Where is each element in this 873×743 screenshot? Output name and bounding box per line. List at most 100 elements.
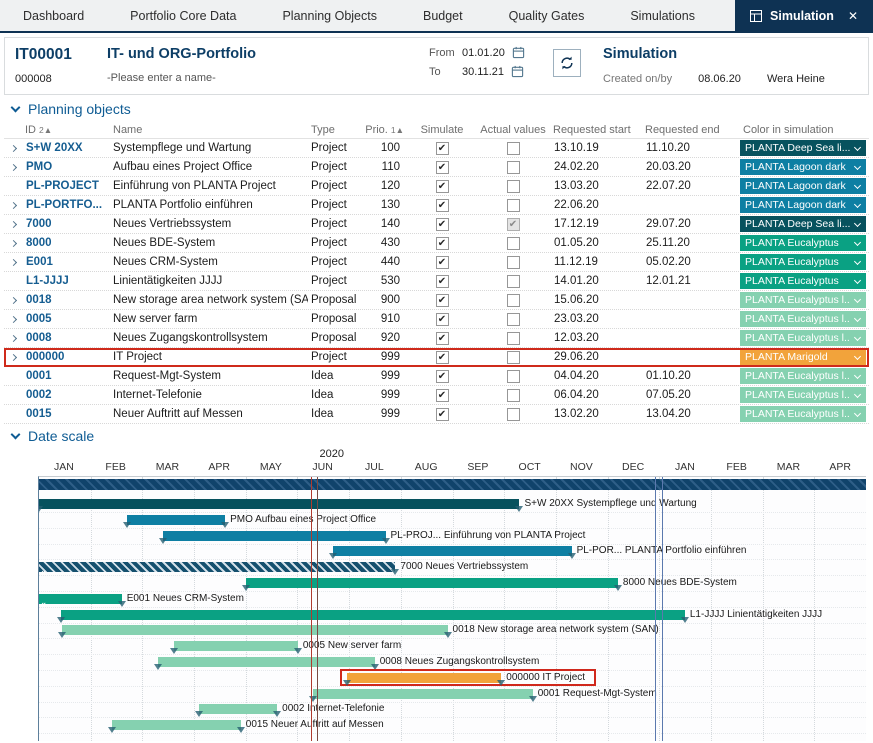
from-date-value[interactable]: 01.01.20 — [462, 47, 505, 59]
object-id-link[interactable]: E001 — [22, 256, 110, 268]
gantt-bar-0002[interactable] — [199, 704, 277, 714]
color-in-simulation-dropdown[interactable]: PLANTA Eucalyptus l... — [740, 368, 866, 384]
actual-values-checkbox[interactable] — [507, 237, 520, 250]
color-in-simulation-dropdown[interactable]: PLANTA Eucalyptus — [740, 254, 866, 270]
gantt-bar-pl-project[interactable] — [163, 531, 385, 541]
planning-row-0005[interactable]: 0005New server farmProposal910✔23.03.20P… — [4, 310, 869, 329]
gantt-bar-000000[interactable] — [347, 673, 502, 683]
gantt-bar-s-w-20xx[interactable] — [39, 499, 519, 509]
gantt-bar-0008[interactable] — [158, 657, 375, 667]
nav-tab-simulations[interactable]: Simulations — [607, 0, 718, 31]
nav-tab-dashboard[interactable]: Dashboard — [0, 0, 107, 31]
gantt-bar-pl-portfolio[interactable] — [333, 546, 571, 556]
object-id-link[interactable]: 0008 — [22, 332, 110, 344]
close-tab-icon[interactable]: ✕ — [848, 9, 858, 23]
column-header-actual[interactable]: Actual values — [476, 124, 550, 136]
simulate-checkbox[interactable]: ✔ — [436, 275, 449, 288]
column-header-reqstart[interactable]: Requested start — [550, 124, 642, 136]
expand-chevron-icon[interactable] — [4, 203, 22, 208]
simulate-checkbox[interactable]: ✔ — [436, 180, 449, 193]
expand-chevron-icon[interactable] — [4, 355, 22, 360]
expand-chevron-icon[interactable] — [4, 241, 22, 246]
date-scale-section-header[interactable]: Date scale — [0, 424, 873, 448]
color-in-simulation-dropdown[interactable]: PLANTA Lagoon dark — [740, 178, 866, 194]
color-in-simulation-dropdown[interactable]: PLANTA Eucalyptus l... — [740, 387, 866, 403]
column-header-name[interactable]: Name — [110, 124, 308, 136]
color-in-simulation-dropdown[interactable]: PLANTA Eucalyptus l... — [740, 292, 866, 308]
planning-row-pmo[interactable]: PMOAufbau eines Project OfficeProject110… — [4, 158, 869, 177]
actual-values-checkbox[interactable] — [507, 199, 520, 212]
color-in-simulation-dropdown[interactable]: PLANTA Deep Sea li... — [740, 216, 866, 232]
object-id-link[interactable]: 0018 — [22, 294, 110, 306]
planning-row-7000[interactable]: 7000Neues VertriebssystemProject140✔✔17.… — [4, 215, 869, 234]
gantt-bar-0015[interactable] — [112, 720, 241, 730]
expand-chevron-icon[interactable] — [4, 260, 22, 265]
object-id-link[interactable]: PMO — [22, 161, 110, 173]
simulate-checkbox[interactable]: ✔ — [436, 199, 449, 212]
color-in-simulation-dropdown[interactable]: PLANTA Eucalyptus — [740, 273, 866, 289]
nav-tab-quality-gates[interactable]: Quality Gates — [486, 0, 608, 31]
planning-row-0002[interactable]: 0002Internet-TelefonieIdea999✔06.04.2007… — [4, 386, 869, 405]
object-id-link[interactable]: PL-PROJECT — [22, 180, 110, 192]
object-id-link[interactable]: 0002 — [22, 389, 110, 401]
expand-chevron-icon[interactable] — [4, 146, 22, 151]
expand-chevron-icon[interactable] — [4, 298, 22, 303]
expand-chevron-icon[interactable] — [4, 317, 22, 322]
timescale-bar[interactable] — [39, 479, 866, 490]
actual-values-checkbox[interactable] — [507, 142, 520, 155]
color-in-simulation-dropdown[interactable]: PLANTA Lagoon dark — [740, 159, 866, 175]
nav-tab-portfolio-core-data[interactable]: Portfolio Core Data — [107, 0, 259, 31]
object-id-link[interactable]: PL-PORTFO... — [22, 199, 110, 211]
refresh-button[interactable] — [553, 49, 581, 77]
column-header-prio[interactable]: Prio.1▲ — [366, 124, 408, 136]
nav-tab-planning-objects[interactable]: Planning Objects — [259, 0, 400, 31]
simulate-checkbox[interactable]: ✔ — [436, 408, 449, 421]
planning-row-0015[interactable]: 0015Neuer Auftritt auf MessenIdea999✔13.… — [4, 405, 869, 424]
simulate-checkbox[interactable]: ✔ — [436, 161, 449, 174]
actual-values-checkbox[interactable] — [507, 294, 520, 307]
to-date-value[interactable]: 30.11.21 — [462, 66, 504, 78]
planning-row-0018[interactable]: 0018New storage area network system (SAN… — [4, 291, 869, 310]
planning-row-s-w-20xx[interactable]: S+W 20XXSystempflege und WartungProject1… — [4, 139, 869, 158]
gantt-bar-0005[interactable] — [174, 641, 298, 651]
simulate-checkbox[interactable]: ✔ — [436, 142, 449, 155]
color-in-simulation-dropdown[interactable]: PLANTA Lagoon dark — [740, 197, 866, 213]
actual-values-checkbox[interactable] — [507, 275, 520, 288]
planning-row-pl-project[interactable]: PL-PROJECTEinführung von PLANTA ProjectP… — [4, 177, 869, 196]
calendar-icon[interactable] — [511, 65, 524, 78]
simulate-checkbox[interactable]: ✔ — [436, 237, 449, 250]
actual-values-checkbox[interactable] — [507, 389, 520, 402]
actual-values-checkbox[interactable]: ✔ — [507, 218, 520, 231]
actual-values-checkbox[interactable] — [507, 351, 520, 364]
planning-objects-section-header[interactable]: Planning objects — [0, 97, 873, 121]
actual-values-checkbox[interactable] — [507, 408, 520, 421]
portfolio-name-placeholder[interactable]: -Please enter a name- — [107, 72, 429, 84]
actual-values-checkbox[interactable] — [507, 180, 520, 193]
gantt-bar-pmo[interactable] — [127, 515, 225, 525]
simulate-checkbox[interactable]: ✔ — [436, 218, 449, 231]
planning-row-e001[interactable]: E001Neues CRM-SystemProject440✔11.12.190… — [4, 253, 869, 272]
expand-chevron-icon[interactable] — [4, 165, 22, 170]
column-header-reqend[interactable]: Requested end — [642, 124, 740, 136]
actual-values-checkbox[interactable] — [507, 370, 520, 383]
color-in-simulation-dropdown[interactable]: PLANTA Eucalyptus — [740, 235, 866, 251]
planning-row-0008[interactable]: 0008Neues ZugangskontrollsystemProposal9… — [4, 329, 869, 348]
simulate-checkbox[interactable]: ✔ — [436, 351, 449, 364]
color-in-simulation-dropdown[interactable]: PLANTA Eucalyptus l... — [740, 406, 866, 422]
column-header-simulate[interactable]: Simulate — [408, 124, 476, 136]
expand-chevron-icon[interactable] — [4, 222, 22, 227]
actual-values-checkbox[interactable] — [507, 256, 520, 269]
planning-row-8000[interactable]: 8000Neues BDE-SystemProject430✔01.05.202… — [4, 234, 869, 253]
expand-chevron-icon[interactable] — [4, 336, 22, 341]
planning-row-pl-portfo[interactable]: PL-PORTFO...PLANTA Portfolio einführenPr… — [4, 196, 869, 215]
simulate-checkbox[interactable]: ✔ — [436, 294, 449, 307]
color-in-simulation-dropdown[interactable]: PLANTA Eucalyptus l... — [740, 311, 866, 327]
simulate-checkbox[interactable]: ✔ — [436, 370, 449, 383]
gantt-bar-l1-jjjj[interactable] — [61, 610, 685, 620]
color-in-simulation-dropdown[interactable]: PLANTA Marigold — [740, 349, 866, 365]
simulate-checkbox[interactable]: ✔ — [436, 332, 449, 345]
gantt-bar-e001[interactable]: « — [39, 594, 122, 604]
object-id-link[interactable]: 000000 — [22, 351, 110, 363]
simulate-checkbox[interactable]: ✔ — [436, 256, 449, 269]
column-header-id[interactable]: ID2▲ — [22, 124, 110, 136]
